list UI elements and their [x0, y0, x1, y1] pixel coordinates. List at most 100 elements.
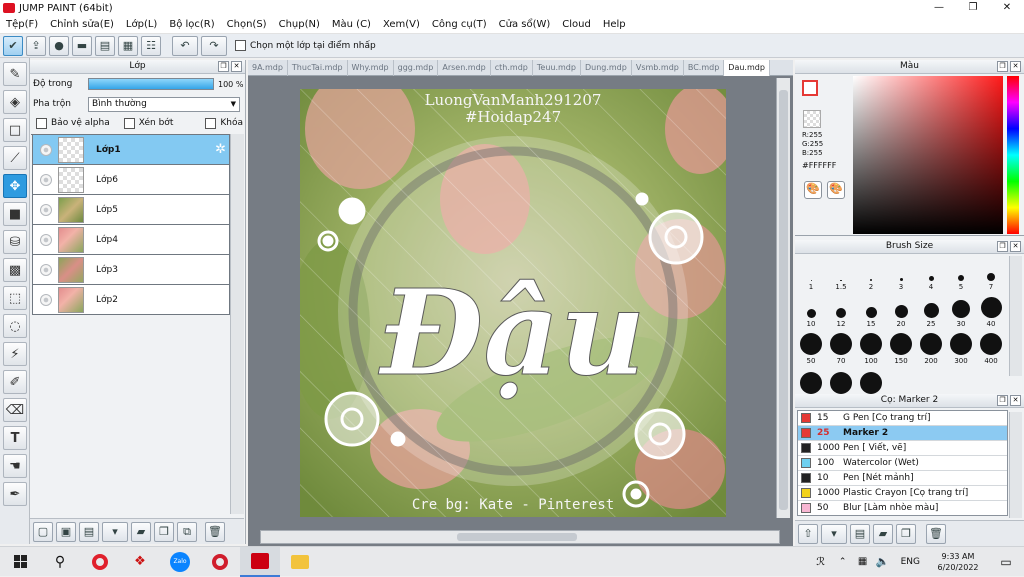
menu-layer[interactable]: Lớp(L) [120, 19, 163, 30]
volume-icon[interactable]: 🔈 [873, 547, 893, 577]
comment-icon[interactable]: ▬ [72, 35, 92, 56]
tab-ggg[interactable]: ggg.mdp [394, 60, 439, 76]
brush-size-option[interactable]: 4 [916, 254, 946, 291]
layer-visibility-icon[interactable] [40, 203, 52, 216]
tab-teuu[interactable]: Teuu.mdp [533, 60, 581, 76]
brush-size-option[interactable]: 300 [946, 328, 976, 365]
merge-layer-icon[interactable]: ⧉ [177, 521, 197, 542]
jump-paint-icon[interactable] [240, 546, 280, 577]
brush-item[interactable]: 10 Pen [Nét mảnh] [798, 471, 1007, 486]
brush-size-option[interactable]: 100 [856, 328, 886, 365]
brush-size-option[interactable]: 12 [826, 291, 856, 328]
opera-icon[interactable] [80, 547, 120, 577]
fill-rectangle-icon[interactable]: ■ [3, 202, 27, 226]
tab-bc[interactable]: BC.mdp [684, 60, 725, 76]
zalo-icon[interactable]: Zalo [160, 547, 200, 577]
delete-brush-icon[interactable]: 🗑 [926, 523, 946, 544]
layer-visibility-icon[interactable] [40, 143, 52, 156]
windows-icon[interactable] [0, 547, 40, 577]
brush-settings-icon[interactable]: ▤ [850, 523, 870, 544]
horizontal-scroll-thumb[interactable] [457, 533, 577, 541]
text-icon[interactable]: T [3, 426, 27, 450]
bucket-icon[interactable]: ⛁ [3, 230, 27, 254]
menu-tools[interactable]: Công cụ(T) [426, 19, 493, 30]
line-icon[interactable]: ⟋ [3, 146, 27, 170]
new-layer-icon[interactable]: ▢ [33, 521, 53, 542]
eyedropper-icon[interactable]: ✒ [3, 482, 27, 506]
brush-size-option[interactable]: 400 [976, 328, 1006, 365]
brush-folder-icon[interactable]: ▰ [873, 523, 893, 544]
panel-close-icon[interactable]: ✕ [1010, 395, 1021, 406]
layer-scrollbar[interactable] [230, 134, 244, 514]
layer-visibility-icon[interactable] [40, 233, 52, 246]
file-explorer-icon[interactable] [280, 547, 320, 577]
brush-item[interactable]: 25 Marker 2 [798, 426, 1007, 441]
panel-float-icon[interactable]: ❐ [997, 61, 1008, 72]
delete-layer-icon[interactable]: 🗑 [205, 521, 225, 542]
tab-cth[interactable]: cth.mdp [491, 60, 533, 76]
move-icon[interactable]: ✥ [3, 174, 27, 198]
menu-filter[interactable]: Bộ lọc(R) [163, 19, 220, 30]
layer-visibility-icon[interactable] [40, 173, 52, 186]
layer-item[interactable]: Lớp1 ✲ [32, 135, 230, 165]
tab-arsen[interactable]: Arsen.mdp [438, 60, 491, 76]
brush-size-option[interactable]: 7 [976, 254, 1006, 291]
brush-size-option[interactable]: 3 [886, 254, 916, 291]
grid-icon[interactable]: ▦ [118, 35, 138, 56]
panel-close-icon[interactable]: ✕ [1010, 241, 1021, 252]
chevron-up-icon[interactable]: ⌃ [833, 547, 853, 577]
opera-gx-icon[interactable] [200, 547, 240, 577]
tab-vsmb[interactable]: Vsmb.mdp [632, 60, 684, 76]
brush-item[interactable]: 1000 Plastic Crayon [Cọ trang trí] [798, 486, 1007, 501]
brush-size-option[interactable]: 70 [826, 328, 856, 365]
opacity-slider[interactable] [88, 78, 214, 90]
people-icon[interactable]: ℛ [809, 547, 833, 577]
brush-item[interactable]: 50 Blur [Làm nhòe màu] [798, 501, 1007, 515]
select-eraser-icon[interactable]: ⌫ [3, 398, 27, 422]
panel-float-icon[interactable]: ❐ [218, 61, 229, 72]
artwork-canvas[interactable]: LuongVanManh291207 #Hoidap247 Đậu Cre bg… [300, 89, 726, 517]
tab-9a[interactable]: 9A.mdp [248, 60, 288, 76]
panel-close-icon[interactable]: ✕ [1010, 61, 1021, 72]
brush-size-option[interactable]: 30 [946, 291, 976, 328]
pen-icon[interactable]: ✎ [3, 62, 27, 86]
menu-file[interactable]: Tệp(F) [0, 19, 44, 30]
protect-alpha-checkbox[interactable] [36, 117, 47, 129]
gradient-icon[interactable]: ▩ [3, 258, 27, 282]
panel-float-icon[interactable]: ❐ [997, 395, 1008, 406]
brush-size-option[interactable]: 150 [886, 328, 916, 365]
search-icon[interactable]: ⚲ [40, 547, 80, 577]
palette-icon[interactable]: 🎨 [804, 181, 822, 199]
page-icon[interactable]: ▤ [95, 35, 115, 56]
menu-cloud[interactable]: Cloud [556, 19, 597, 30]
new-halftone-layer-icon[interactable]: ▣ [56, 521, 76, 542]
brush-size-option[interactable]: 15 [856, 291, 886, 328]
canvas-horizontal-scrollbar[interactable] [260, 530, 780, 544]
brush-size-option[interactable]: 200 [916, 328, 946, 365]
lock-checkbox[interactable] [205, 117, 217, 129]
menu-color[interactable]: Màu (C) [326, 19, 377, 30]
brush-list-scrollbar[interactable] [1009, 412, 1022, 518]
maximize-button[interactable]: ❐ [956, 0, 990, 16]
network-icon[interactable]: ▦ [853, 547, 873, 577]
language-indicator[interactable]: ENG [901, 557, 920, 567]
eraser-icon[interactable]: ◈ [3, 90, 27, 114]
notification-icon[interactable]: ▭ [988, 547, 1024, 577]
brush-size-option[interactable]: 20 [886, 291, 916, 328]
undo-icon[interactable]: ↶ [172, 35, 198, 56]
tab-why[interactable]: Why.mdp [348, 60, 394, 76]
layer-settings-icon[interactable]: ✲ [215, 142, 226, 157]
redo-icon[interactable]: ↷ [201, 35, 227, 56]
settings-list-icon[interactable]: ☷ [141, 35, 161, 56]
menu-capture[interactable]: Chụp(N) [273, 19, 326, 30]
duplicate-brush-icon[interactable]: ❐ [896, 523, 916, 544]
tab-dung[interactable]: Dung.mdp [581, 60, 632, 76]
brush-size-option[interactable]: 5 [946, 254, 976, 291]
select-layer-checkbox[interactable] [235, 40, 246, 51]
layer-visibility-icon[interactable] [40, 263, 52, 276]
menu-view[interactable]: Xem(V) [377, 19, 426, 30]
menu-window[interactable]: Cửa sổ(W) [493, 19, 557, 30]
brush-item[interactable]: 100 Watercolor (Wet) [798, 456, 1007, 471]
palette-edit-icon[interactable]: 🎨 [827, 181, 845, 199]
layer-visibility-icon[interactable] [40, 293, 52, 306]
